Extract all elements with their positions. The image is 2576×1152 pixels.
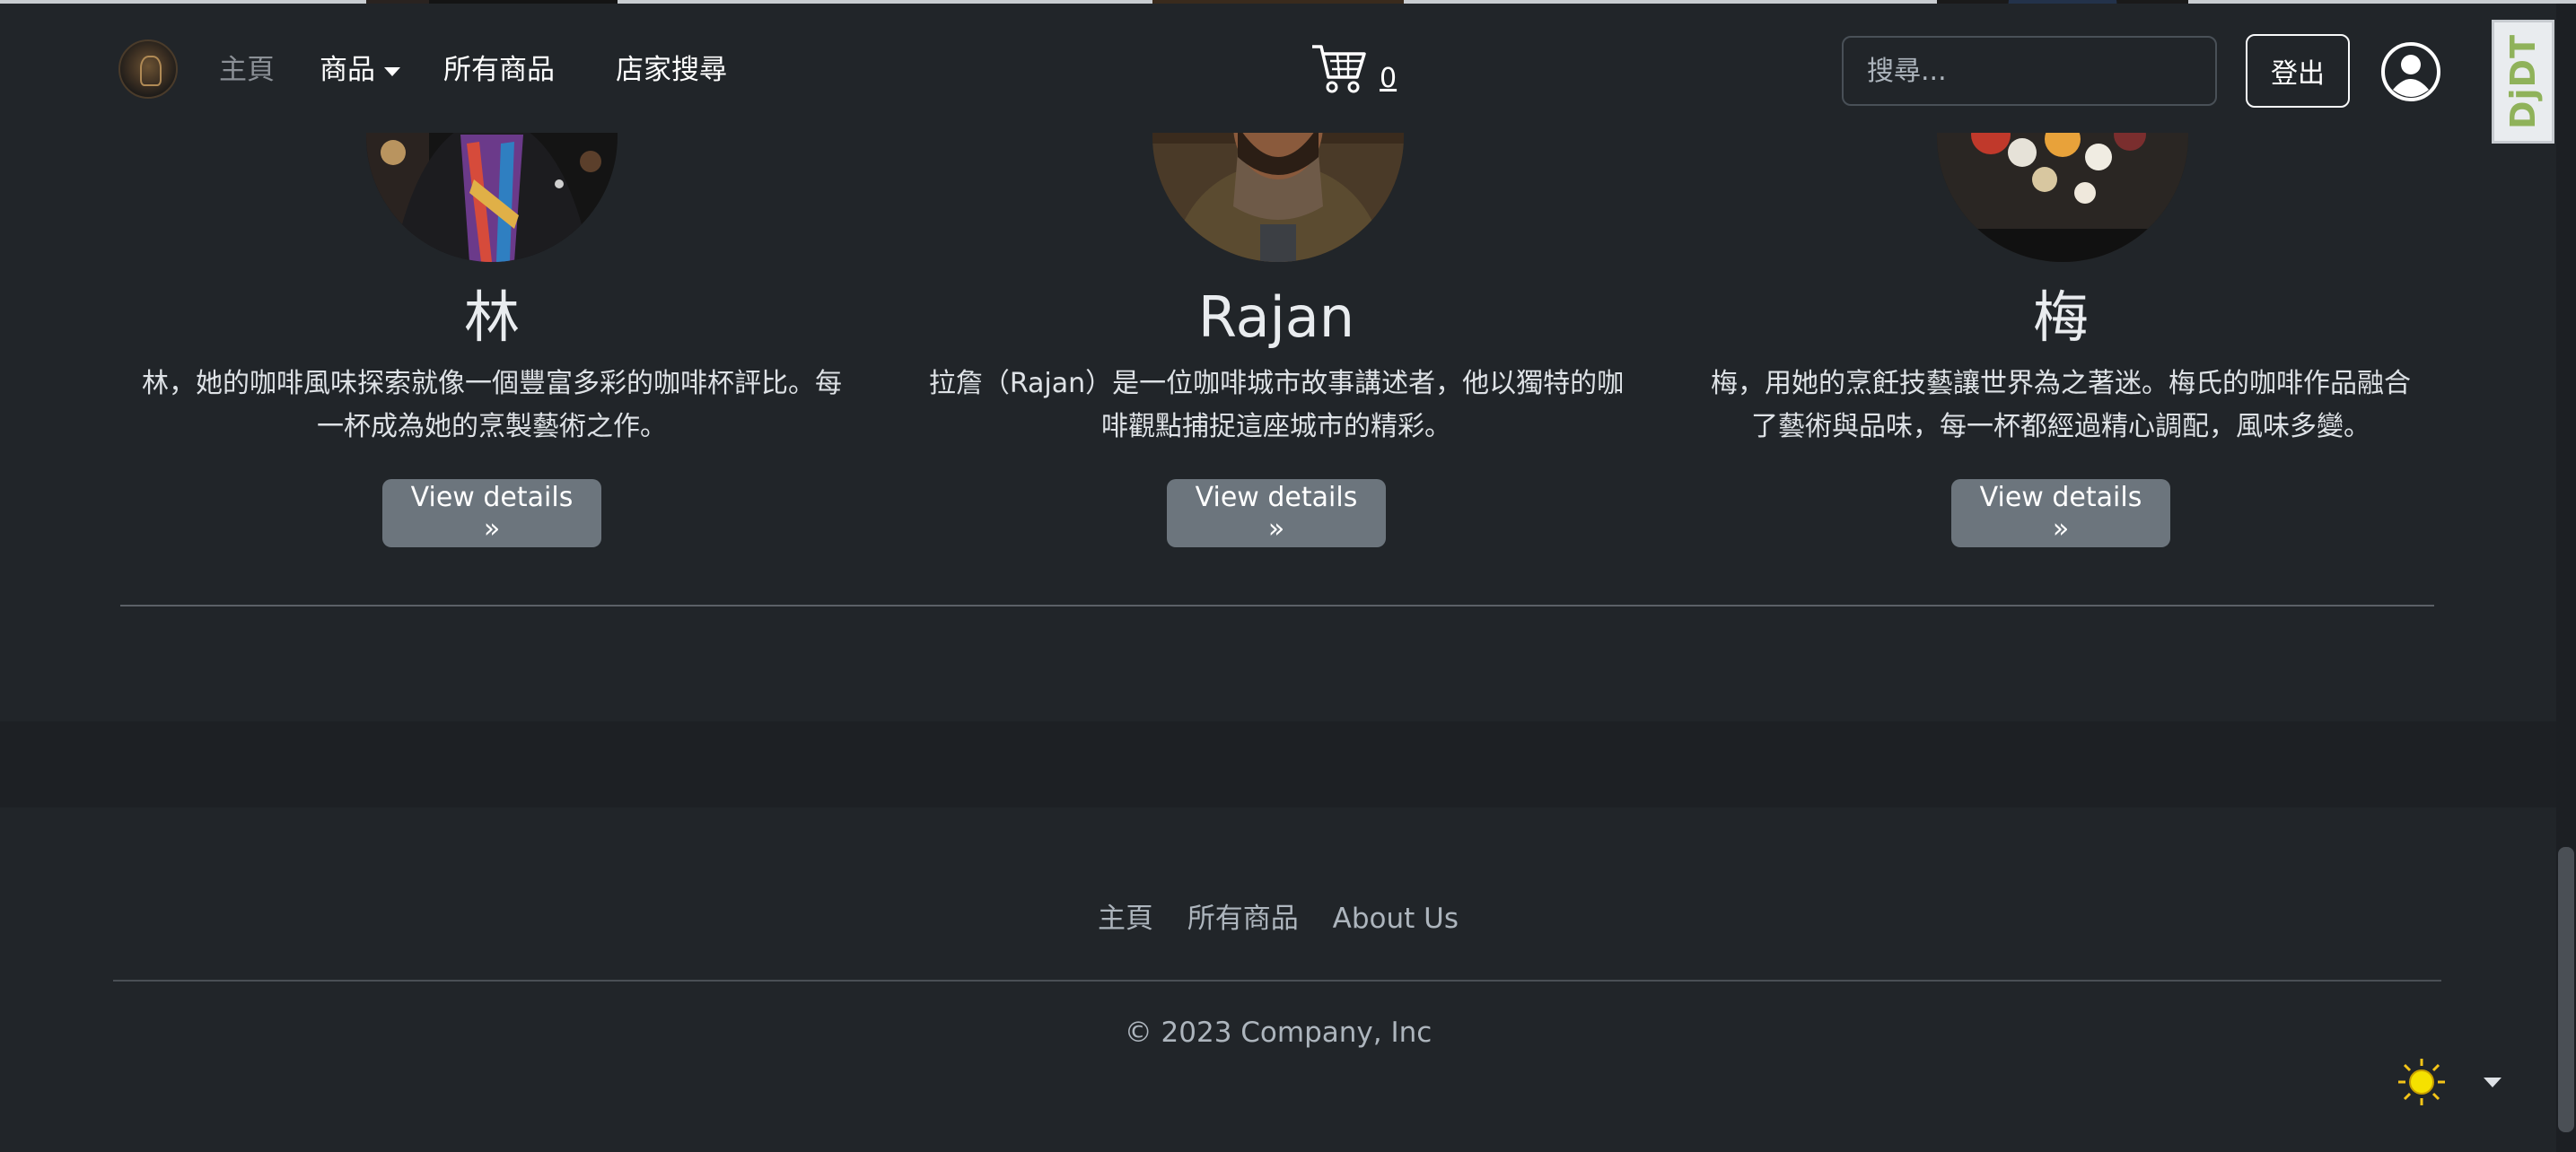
footer-divider (113, 980, 2441, 982)
logout-button[interactable]: 登出 (2246, 34, 2350, 108)
footer-link-home[interactable]: 主頁 (1098, 903, 1153, 935)
debug-toolbar-label: DjDT (2503, 33, 2544, 130)
scrollbar-thumb[interactable] (2558, 847, 2574, 1132)
card-title: Rajan (1197, 284, 1355, 350)
footer-band (0, 721, 2556, 807)
footer-link-about[interactable]: About Us (1333, 903, 1459, 935)
nav-store-search[interactable]: 店家搜尋 (616, 54, 727, 86)
view-details-button[interactable]: View details » (1167, 479, 1386, 547)
search-input[interactable] (1842, 36, 2217, 106)
card-title: 梅 (2032, 284, 2089, 350)
card-description: 林，她的咖啡風味探索就像一個豐富多彩的咖啡杯評比。每一杯成為她的烹製藝術之作。 (142, 368, 842, 442)
sun-icon[interactable] (2396, 1057, 2447, 1107)
section-divider (120, 605, 2434, 607)
nav-home[interactable]: 主頁 (219, 54, 275, 86)
user-circle-icon[interactable] (2380, 41, 2441, 102)
nav-products-dropdown[interactable]: 商品 (320, 54, 400, 86)
view-details-button[interactable]: View details » (1951, 479, 2170, 547)
footer-link-all-products[interactable]: 所有商品 (1187, 903, 1299, 935)
card-title: 林 (463, 284, 520, 350)
card-description: 梅，用她的烹飪技藝讓世界為之著迷。梅氏的咖啡作品融合了藝術與品味，每一杯都經過精… (1711, 368, 2411, 442)
card-description: 拉詹（Rajan）是一位咖啡城市故事講述者，他以獨特的咖啡觀點捕捉這座城市的精彩… (928, 368, 1625, 442)
footer-nav: 主頁 所有商品 About Us (0, 895, 2556, 936)
theme-dropdown-caret-icon[interactable] (2484, 1078, 2502, 1087)
cart-icon[interactable] (1310, 41, 1368, 95)
chevron-down-icon (384, 66, 400, 76)
nav-products-label: 商品 (320, 54, 375, 86)
view-details-button[interactable]: View details » (382, 479, 601, 547)
cart-count-link[interactable]: 0 (1380, 63, 1397, 94)
debug-toolbar-handle[interactable]: DjDT (2492, 20, 2554, 144)
brand-logo[interactable] (118, 39, 178, 99)
top-navbar: 主頁 商品 所有商品 店家搜尋 0 登出 (0, 4, 2556, 133)
nav-all-products[interactable]: 所有商品 (443, 54, 555, 86)
copyright-text: © 2023 Company, Inc (1124, 1017, 1433, 1049)
